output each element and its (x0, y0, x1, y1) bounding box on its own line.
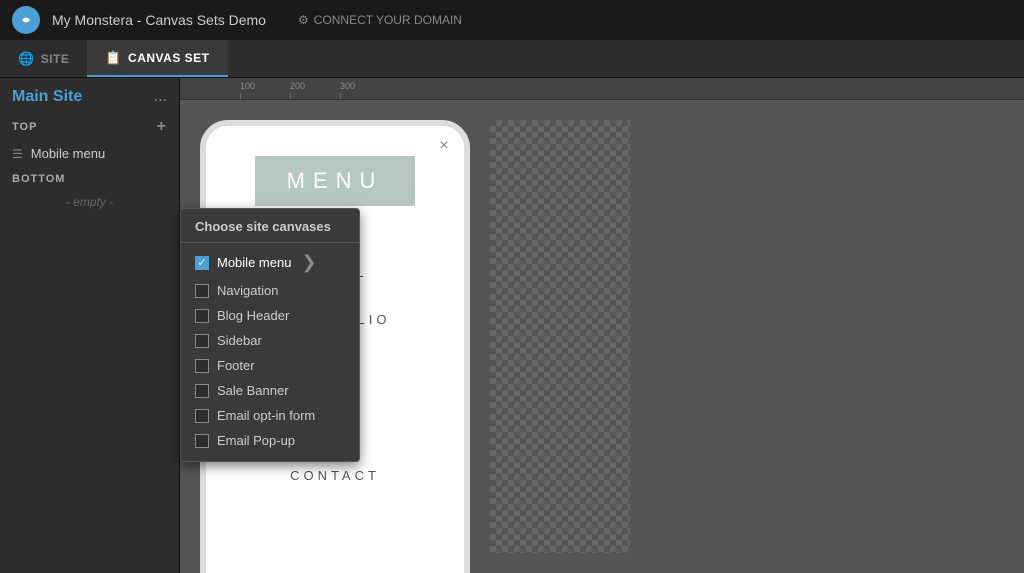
app-logo (12, 6, 40, 34)
close-button[interactable]: × (432, 134, 456, 158)
sidebar-title: Main Site (12, 88, 82, 106)
sidebar-section-top: TOP + (0, 112, 179, 140)
dropdown-item-footer[interactable]: Footer (181, 353, 359, 378)
menu-item-contact[interactable]: CONTACT (290, 460, 380, 491)
sidebar-options-button[interactable]: ... (154, 88, 167, 106)
ruler-tick (340, 93, 341, 99)
dropdown-item-sidebar[interactable]: Sidebar (181, 328, 359, 353)
checkerboard-pattern (490, 120, 630, 553)
sidebar-section-bottom: BOTTOM (0, 167, 179, 189)
site-icon: 🌐 (18, 51, 35, 67)
sidebar-header: Main Site ... (0, 78, 179, 112)
main-layout: Main Site ... TOP + ☰ Mobile menu BOTTOM… (0, 78, 1024, 573)
checkbox-email-popup[interactable] (195, 434, 209, 448)
dropdown-title: Choose site canvases (181, 209, 359, 243)
sidebar-section-top-title: TOP + (12, 118, 167, 136)
ruler-tick (290, 93, 291, 99)
ruler-mark-100: 100 (240, 81, 290, 99)
checkbox-email-optin[interactable] (195, 409, 209, 423)
checkbox-sale-banner[interactable] (195, 384, 209, 398)
gear-icon: ⚙ (298, 13, 309, 27)
checkbox-sidebar[interactable] (195, 334, 209, 348)
sidebar-empty-label: - empty - (0, 189, 179, 215)
dropdown-item-sale-banner[interactable]: Sale Banner (181, 378, 359, 403)
sidebar-item-mobile-menu[interactable]: ☰ Mobile menu (0, 140, 179, 167)
tab-site[interactable]: 🌐 SITE (0, 40, 87, 77)
dropdown-item-email-popup[interactable]: Email Pop-up (181, 428, 359, 453)
dropdown-item-navigation[interactable]: Navigation (181, 278, 359, 303)
ruler-tick (240, 93, 241, 99)
tabbar: 🌐 SITE 📋 CANVAS SET (0, 40, 1024, 78)
mobile-menu-icon: ☰ (12, 147, 23, 161)
cursor-indicator: ❯ (301, 252, 316, 273)
checkbox-navigation[interactable] (195, 284, 209, 298)
checkbox-blog-header[interactable] (195, 309, 209, 323)
topbar: My Monstera - Canvas Sets Demo ⚙ CONNECT… (0, 0, 1024, 40)
dropdown-item-blog-header[interactable]: Blog Header (181, 303, 359, 328)
app-title: My Monstera - Canvas Sets Demo (52, 12, 266, 28)
connect-domain-button[interactable]: ⚙ CONNECT YOUR DOMAIN (298, 13, 462, 27)
ruler: 100 200 300 (180, 78, 1024, 100)
sidebar: Main Site ... TOP + ☰ Mobile menu BOTTOM… (0, 78, 180, 573)
choose-canvases-dropdown: Choose site canvases ✓ Mobile menu ❯ Nav… (180, 208, 360, 462)
dropdown-item-mobile-menu[interactable]: ✓ Mobile menu ❯ (181, 247, 359, 278)
add-to-top-button[interactable]: + (157, 118, 167, 136)
checkbox-footer[interactable] (195, 359, 209, 373)
sidebar-section-bottom-title: BOTTOM (12, 173, 167, 185)
ruler-mark-200: 200 (290, 81, 340, 99)
ruler-mark-300: 300 (340, 81, 390, 99)
canvas-set-icon: 📋 (105, 50, 122, 66)
tab-canvas-set[interactable]: 📋 CANVAS SET (87, 40, 227, 77)
checkbox-mobile-menu[interactable]: ✓ (195, 256, 209, 270)
right-panel (490, 120, 630, 553)
dropdown-item-email-optin[interactable]: Email opt-in form (181, 403, 359, 428)
ruler-marks: 100 200 300 (240, 81, 390, 99)
menu-title: MENU (255, 156, 416, 206)
